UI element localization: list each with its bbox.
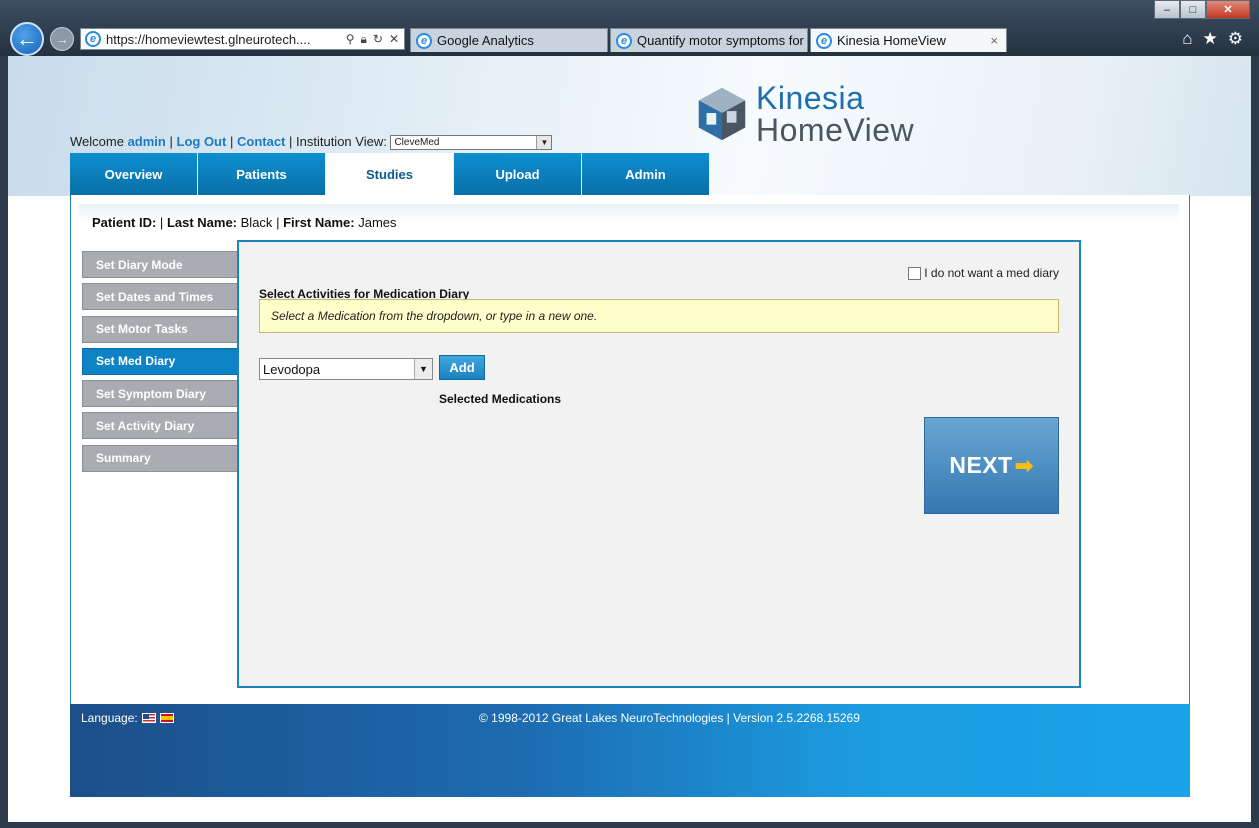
copyright-text: © 1998-2012 Great Lakes NeuroTechnologie…: [479, 711, 860, 725]
logo-line-2: HomeView: [756, 112, 915, 148]
user-link[interactable]: admin: [128, 134, 166, 149]
tab-studies[interactable]: Studies: [326, 153, 454, 195]
ie-logo-icon: e: [85, 31, 101, 47]
selected-medications-heading: Selected Medications: [439, 392, 562, 406]
minimize-button[interactable]: –: [1154, 0, 1180, 19]
ie-logo-icon: e: [616, 32, 632, 49]
tab-label: Google Analytics: [437, 33, 534, 48]
sidebar-item-dates-times[interactable]: Set Dates and Times: [82, 283, 238, 311]
close-window-button[interactable]: ✕: [1206, 0, 1250, 19]
favorites-star-icon[interactable]: ★: [1203, 29, 1218, 49]
page-footer: Language: © 1998-2012 Great Lakes NeuroT…: [70, 704, 1190, 797]
no-med-diary-checkbox[interactable]: [908, 266, 922, 280]
tab-google-analytics[interactable]: e Google Analytics: [410, 28, 608, 52]
patient-info: Patient ID: | Last Name: Black | First N…: [92, 215, 397, 230]
medication-select[interactable]: Levodopa ▼: [259, 358, 433, 380]
patient-id-label: Patient ID:: [92, 215, 157, 230]
forward-arrow-icon: →: [55, 31, 69, 47]
arrow-right-icon: ➡: [1014, 452, 1034, 478]
logout-link[interactable]: Log Out: [177, 134, 227, 149]
sidebar-item-symptom-diary[interactable]: Set Symptom Diary: [82, 380, 238, 408]
chevron-down-icon[interactable]: ▼: [414, 359, 432, 379]
separator: |: [169, 134, 173, 149]
no-med-diary-option[interactable]: I do not want a med diary: [908, 266, 1059, 280]
lock-icon[interactable]: 🔒︎: [360, 32, 366, 47]
ie-logo-icon: e: [816, 32, 832, 49]
setup-steps-nav: Set Diary Mode Set Dates and Times Set M…: [82, 251, 238, 477]
tab-admin[interactable]: Admin: [582, 153, 710, 195]
cube-logo-icon: [698, 87, 746, 141]
sidebar-item-activity-diary[interactable]: Set Activity Diary: [82, 412, 238, 440]
tab-label: Quantify motor symptoms for ...: [637, 33, 808, 48]
back-button[interactable]: ←: [10, 22, 44, 56]
next-label: NEXT: [949, 452, 1013, 478]
institution-select[interactable]: CleveMed ▼: [390, 135, 553, 151]
tab-label: Kinesia HomeView: [837, 33, 946, 48]
kinesia-logo: Kinesia HomeView: [696, 82, 914, 146]
search-icon[interactable]: ⚲: [346, 32, 355, 47]
spain-flag-icon[interactable]: [159, 713, 174, 723]
med-diary-panel: I do not want a med diary Select Activit…: [237, 240, 1081, 688]
browser-toolbar: ← → e https://homeviewtest.glneurotech..…: [0, 0, 1259, 56]
chevron-down-icon[interactable]: ▼: [536, 136, 552, 150]
sidebar-item-med-diary[interactable]: Set Med Diary: [82, 347, 238, 375]
tab-overview[interactable]: Overview: [70, 153, 198, 195]
sidebar-item-diary-mode[interactable]: Set Diary Mode: [82, 251, 238, 278]
separator: |: [289, 134, 293, 149]
last-name-value: Black: [240, 215, 273, 230]
window-bottom-border: [0, 822, 1259, 828]
tab-patients[interactable]: Patients: [198, 153, 326, 195]
tab-upload[interactable]: Upload: [454, 153, 582, 195]
first-name-value: James: [358, 215, 397, 230]
address-url[interactable]: https://homeviewtest.glneurotech....: [106, 32, 311, 47]
contact-link[interactable]: Contact: [237, 134, 285, 149]
page-viewport: Kinesia HomeView Welcome admin | Log Out…: [8, 56, 1251, 822]
us-flag-icon[interactable]: [141, 713, 156, 723]
hint-box: Select a Medication from the dropdown, o…: [259, 299, 1059, 333]
welcome-prefix: Welcome: [70, 134, 124, 149]
back-arrow-icon: ←: [16, 26, 38, 51]
welcome-bar: Welcome admin | Log Out | Contact | Inst…: [70, 134, 553, 151]
institution-label: Institution View:: [296, 134, 387, 149]
no-med-diary-label: I do not want a med diary: [924, 266, 1059, 280]
maximize-button[interactable]: □: [1180, 0, 1206, 19]
tab-quantify-motor[interactable]: e Quantify motor symptoms for ...: [610, 28, 808, 52]
sidebar-item-motor-tasks[interactable]: Set Motor Tasks: [82, 315, 238, 343]
add-medication-button[interactable]: Add: [439, 355, 485, 380]
language-selector: Language:: [81, 711, 174, 725]
refresh-icon[interactable]: ↻: [373, 32, 383, 47]
home-icon[interactable]: ⌂: [1182, 29, 1192, 49]
language-label: Language:: [81, 711, 138, 725]
main-navigation: Overview Patients Studies Upload Admin: [70, 153, 710, 195]
institution-value: CleveMed: [394, 137, 440, 149]
last-name-label: Last Name:: [166, 215, 238, 230]
forward-button[interactable]: →: [50, 27, 74, 51]
hint-text: Select a Medication from the dropdown, o…: [271, 309, 598, 323]
ie-logo-icon: e: [416, 32, 432, 49]
address-bar[interactable]: e https://homeviewtest.glneurotech.... ⚲…: [80, 28, 405, 50]
medication-value[interactable]: Levodopa: [263, 362, 320, 377]
stop-icon[interactable]: ✕: [389, 32, 399, 47]
window-controls: – □ ✕: [1154, 0, 1250, 19]
gear-icon[interactable]: ⚙: [1228, 29, 1243, 49]
content-area: Patient ID: | Last Name: Black | First N…: [70, 195, 1190, 704]
next-button[interactable]: NEXT ➡: [924, 417, 1059, 514]
logo-line-1: Kinesia: [756, 80, 865, 116]
tab-close-icon[interactable]: ×: [990, 33, 1006, 48]
first-name-label: First Name:: [283, 215, 355, 230]
tab-kinesia-homeview[interactable]: e Kinesia HomeView ×: [810, 28, 1007, 52]
separator: |: [229, 134, 234, 149]
sidebar-item-summary[interactable]: Summary: [82, 444, 238, 472]
